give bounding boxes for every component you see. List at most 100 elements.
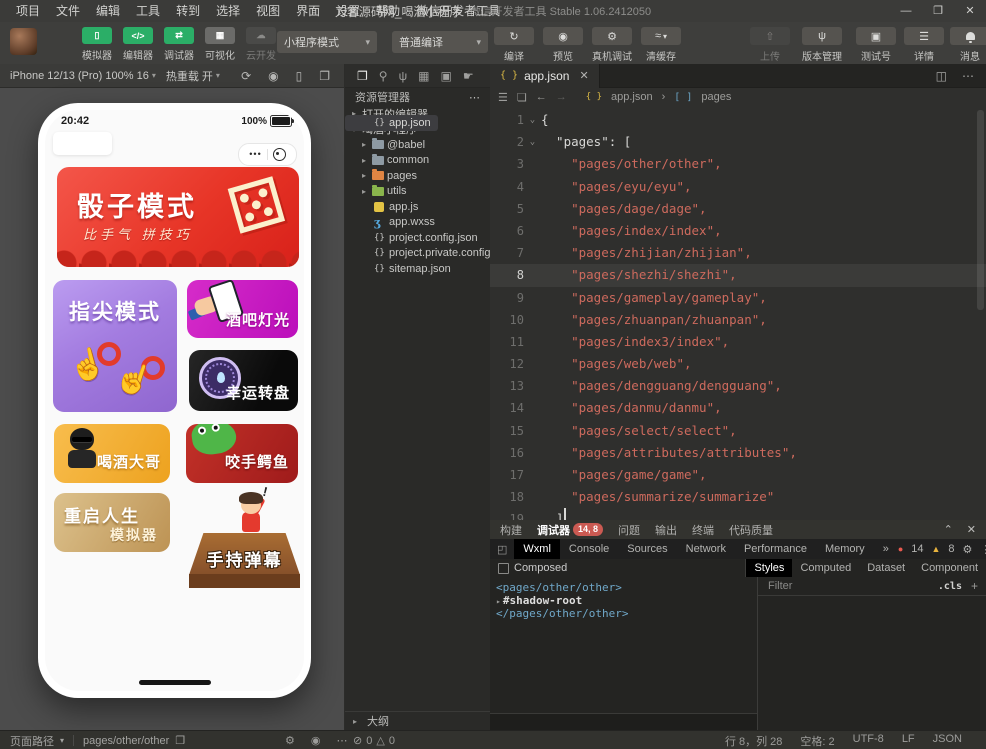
rotate-icon[interactable]: ⟳ (241, 69, 251, 83)
eye-icon[interactable]: ◉ (311, 734, 321, 747)
devtools-tab-sources[interactable]: Sources (618, 539, 676, 559)
editor-toggle-button[interactable]: </> 编辑器 (121, 27, 155, 62)
devtools-tab-performance[interactable]: Performance (735, 539, 816, 559)
tile-fingertip-mode[interactable]: 指尖模式 ☝ ☝ (53, 280, 177, 412)
device-select[interactable]: iPhone 12/13 (Pro) 100% 16 (10, 70, 149, 82)
panel-tab-terminal[interactable]: 终端 (692, 522, 714, 538)
messages-button[interactable]: 消息 (950, 27, 986, 63)
menu-goto[interactable]: 转到 (168, 0, 208, 22)
list-icon[interactable]: ☰ (498, 91, 508, 104)
tree-folder-utils[interactable]: ▸ utils (345, 184, 490, 200)
language-mode[interactable]: JSON (933, 733, 962, 749)
back-icon[interactable]: ← (536, 91, 547, 103)
tile-restart-life[interactable]: 重启人生 模拟器 (54, 493, 170, 552)
outline-section[interactable]: ▸ 大纲 (345, 711, 490, 730)
fold-icon[interactable]: ⌄ (524, 109, 541, 131)
wxml-open-tag[interactable]: <pages/other/other> (496, 581, 757, 594)
menu-view[interactable]: 视图 (248, 0, 288, 22)
tile-lucky-wheel[interactable]: 幸运转盘 (189, 350, 298, 411)
menu-settings[interactable]: 设置 (328, 0, 368, 22)
tile-bar-light[interactable]: 酒吧灯光 (187, 280, 298, 338)
tree-file-app-wxss[interactable]: ʒ app.wxss (345, 215, 490, 231)
visualize-button[interactable]: ▦ 可视化 (203, 27, 237, 62)
menu-devtools[interactable]: 微信开发者工具 (408, 0, 508, 22)
styles-tab[interactable]: Styles (746, 559, 792, 577)
cursor-position[interactable]: 行 8，列 28 (725, 733, 782, 749)
multi-window-icon[interactable]: ❐ (319, 69, 330, 83)
version-control-button[interactable]: ψ 版本管理 (796, 27, 848, 63)
styles-filter-input[interactable] (766, 579, 932, 593)
mode-select[interactable]: 小程序模式 ▾ (277, 31, 377, 53)
overflow-tabs-icon[interactable]: » (874, 539, 898, 559)
add-style-icon[interactable]: + (971, 579, 978, 593)
split-editor-icon[interactable]: ◫ (936, 69, 947, 83)
menu-edit[interactable]: 编辑 (88, 0, 128, 22)
panel-tab-build[interactable]: 构建 (500, 522, 522, 538)
tree-file-project-config[interactable]: {} project.config.json (345, 230, 490, 246)
git-branch-icon[interactable]: ψ (399, 69, 408, 83)
close-panel-icon[interactable]: ✕ (967, 523, 976, 536)
details-button[interactable]: ☰ 详情 (904, 27, 944, 63)
menu-interface[interactable]: 界面 (288, 0, 328, 22)
tree-file-app-json[interactable]: {} app.json (345, 115, 438, 131)
menu-select[interactable]: 选择 (208, 0, 248, 22)
close-tab-icon[interactable]: ✕ (579, 69, 588, 82)
tree-folder-babel[interactable]: ▸ @babel (345, 137, 490, 153)
maximize-icon[interactable]: ❐ (922, 0, 954, 22)
panel-tab-problems[interactable]: 问题 (618, 522, 640, 538)
more-menu-button[interactable]: ••• (249, 144, 261, 165)
bookmark-icon[interactable]: ❏ (517, 91, 527, 104)
dataset-tab[interactable]: Dataset (859, 559, 913, 577)
wxml-close-tag[interactable]: </pages/other/other> (496, 607, 757, 620)
preview-button[interactable]: ◉ 预览 (543, 27, 583, 63)
simulator-toggle-button[interactable]: ▯ 模拟器 (80, 27, 114, 62)
editor-scrollbar[interactable] (977, 110, 984, 310)
indent-setting[interactable]: 空格: 2 (800, 733, 834, 749)
device-frame-icon[interactable]: ▯ (296, 69, 303, 83)
fold-icon[interactable]: ⌄ (524, 131, 541, 153)
devtools-tab-network[interactable]: Network (677, 539, 735, 559)
more-icon[interactable]: ⋯ (336, 734, 347, 747)
more-icon[interactable]: ⋯ (469, 91, 480, 104)
clear-cache-button[interactable]: ≈▾ 清缓存 (641, 27, 681, 63)
compile-button[interactable]: ↻ 编译 (494, 27, 534, 63)
pointer-icon[interactable]: ☛ (463, 69, 474, 83)
menu-help[interactable]: 帮助 (368, 0, 408, 22)
wxml-shadow-root[interactable]: ▸#shadow-root (496, 594, 757, 607)
cls-button[interactable]: .cls (938, 581, 962, 592)
close-icon[interactable]: ✕ (954, 0, 986, 22)
search-icon[interactable]: ⚲ (379, 69, 388, 83)
debugger-toggle-button[interactable]: ⇄ 调试器 (162, 27, 196, 62)
tile-biting-crocodile[interactable]: 咬手鳄鱼 (186, 424, 298, 483)
component-data-tab[interactable]: Component Data (913, 559, 986, 577)
extensions-icon[interactable]: ▦ (418, 69, 429, 83)
code-editor[interactable]: 1⌄{ 2⌄ "pages": [ 3 "pages/other/other",… (490, 106, 986, 520)
avatar[interactable] (10, 28, 37, 55)
collapse-panel-icon[interactable]: ⌃ (944, 523, 953, 536)
tree-file-sitemap[interactable]: {} sitemap.json (345, 261, 490, 277)
copy-icon[interactable]: ❐ (175, 734, 185, 747)
files-icon[interactable]: ❐ (357, 69, 368, 83)
gear-icon[interactable]: ⚙ (285, 734, 295, 747)
tile-drinking-bro[interactable]: 喝酒大哥 (54, 424, 170, 483)
eol-setting[interactable]: LF (902, 733, 915, 749)
hot-reload-toggle[interactable]: 热重载 开 (166, 68, 213, 84)
console-drawer[interactable] (490, 713, 757, 730)
devtools-tab-wxml[interactable]: Wxml (514, 539, 560, 559)
test-account-button[interactable]: ▣ 测试号 (854, 27, 898, 63)
record-icon[interactable]: ◉ (268, 69, 278, 83)
tile-handheld-danmu[interactable]: ! 手持弹幕 (189, 490, 300, 588)
encoding[interactable]: UTF-8 (853, 733, 884, 749)
panel-tab-debugger[interactable]: 调试器 14, 8 (537, 522, 603, 538)
tree-folder-common[interactable]: ▸ common (345, 153, 490, 169)
page-path-label[interactable]: 页面路径 (10, 733, 54, 749)
breadcrumb-file[interactable]: app.json (611, 91, 653, 103)
computed-tab[interactable]: Computed (792, 559, 859, 577)
menu-tools[interactable]: 工具 (128, 0, 168, 22)
forward-icon[interactable]: → (556, 91, 567, 103)
compile-mode-select[interactable]: 普通编译 ▾ (392, 31, 488, 53)
more-icon[interactable]: ⋯ (962, 69, 974, 83)
exit-target-button[interactable] (273, 148, 286, 161)
tree-file-app-js[interactable]: app.js (345, 199, 490, 215)
gear-icon[interactable]: ⚙ (963, 543, 973, 556)
